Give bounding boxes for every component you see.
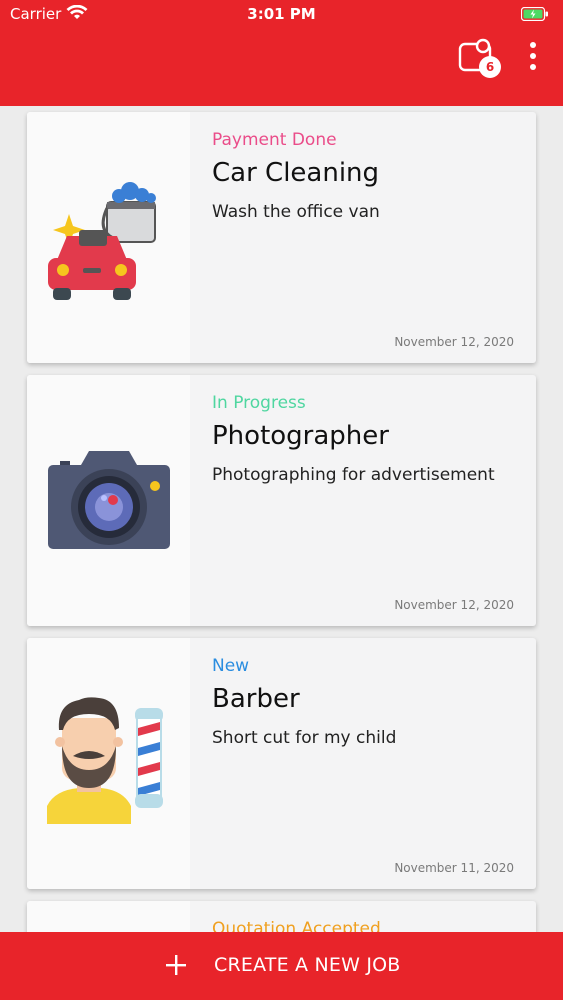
job-title: Barber xyxy=(212,684,300,714)
create-new-job-label: CREATE A NEW JOB xyxy=(214,954,401,976)
clock-time: 3:01 PM xyxy=(247,5,316,23)
job-date: November 11, 2020 xyxy=(394,861,514,875)
job-description: Photographing for advertisement xyxy=(212,465,495,485)
job-date: November 12, 2020 xyxy=(394,598,514,612)
job-status: In Progress xyxy=(212,393,306,413)
create-new-job-button[interactable]: CREATE A NEW JOB xyxy=(0,932,563,1000)
job-description: Wash the office van xyxy=(212,202,380,222)
job-description: Short cut for my child xyxy=(212,728,397,748)
job-card[interactable]: New Barber Short cut for my child Novemb… xyxy=(27,638,536,889)
job-list[interactable]: Payment Done Car Cleaning Wash the offic… xyxy=(27,112,536,973)
job-title: Photographer xyxy=(212,421,389,451)
job-card[interactable]: Payment Done Car Cleaning Wash the offic… xyxy=(27,112,536,363)
plus-icon xyxy=(166,955,186,975)
job-title: Car Cleaning xyxy=(212,158,380,188)
more-vertical-icon[interactable] xyxy=(521,40,545,74)
barber-icon xyxy=(27,638,190,889)
battery-icon xyxy=(520,6,549,25)
job-status: Payment Done xyxy=(212,130,337,150)
job-card[interactable]: In Progress Photographer Photographing f… xyxy=(27,375,536,626)
notification-count-badge: 6 xyxy=(479,56,501,78)
job-status: New xyxy=(212,656,250,676)
car-wash-icon xyxy=(27,112,190,363)
camera-icon xyxy=(27,375,190,626)
app-header: Carrier 3:01 PM 6 xyxy=(0,0,563,106)
notification-button[interactable]: 6 xyxy=(457,38,501,78)
status-bar: Carrier 3:01 PM xyxy=(0,0,563,30)
job-date: November 12, 2020 xyxy=(394,335,514,349)
